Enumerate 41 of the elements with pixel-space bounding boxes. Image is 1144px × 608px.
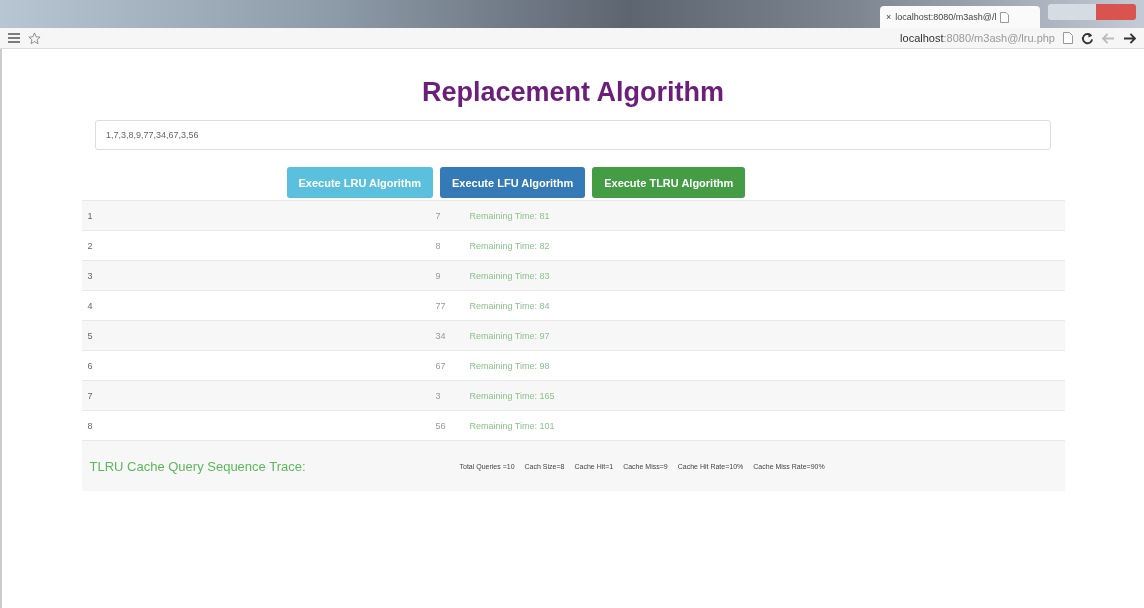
table-cell-text: 34 — [435, 330, 447, 341]
table-cell-text: 8 — [435, 240, 442, 251]
reload-icon[interactable] — [1081, 31, 1094, 45]
window-controls[interactable] — [1048, 4, 1136, 20]
table-cell: Remaining Time: 98 — [469, 360, 550, 371]
table-cell-text: 56 — [435, 420, 447, 431]
browser-tab[interactable]: × localhost:8080/m3ash@/l — [880, 6, 1040, 28]
table-cell: Remaining Time: 84 — [469, 300, 550, 311]
table-cell-text: 4 — [86, 300, 94, 311]
table-cell-text: 6 — [86, 360, 94, 371]
table-cell: Remaining Time: 82 — [469, 240, 550, 251]
execute-button[interactable]: Execute LFU Algorithm — [439, 167, 586, 198]
trace-label: TLRU Cache Query Sequence Trace: — [89, 458, 307, 474]
table-cell-text: 8 — [86, 420, 94, 431]
address-text[interactable]: localhost:8080/m3ash@/lru.php — [900, 32, 1055, 44]
table-cell-text: 7 — [86, 390, 94, 401]
menu-icon[interactable] — [8, 33, 20, 43]
table-cell-text: 1 — [86, 210, 94, 221]
sequence-input-field[interactable]: 1,7,3,8,9,77,34,67,3,56 — [95, 120, 1051, 150]
table-cell-text: 2 — [86, 240, 94, 251]
page-icon — [1000, 11, 1010, 23]
star-icon[interactable] — [28, 31, 41, 45]
table-cell: Remaining Time: 165 — [469, 390, 555, 401]
table-cell-text: 7 — [435, 210, 442, 221]
back-icon[interactable] — [1102, 32, 1115, 44]
tab-title: localhost:8080/m3ash@/l — [895, 12, 997, 22]
tab-close-button[interactable]: × — [886, 12, 892, 22]
table-cell-text: 5 — [86, 330, 94, 341]
table-cell-text: 67 — [435, 360, 447, 371]
table-cell: Remaining Time: 101 — [469, 420, 555, 431]
table-cell: Remaining Time: 97 — [469, 330, 550, 341]
table-cell-text: 3 — [435, 390, 442, 401]
execute-button[interactable]: Execute TLRU Algorithm — [592, 167, 746, 198]
table-cell: Remaining Time: 83 — [469, 270, 550, 281]
table-cell-text: 3 — [86, 270, 94, 281]
table-cell: Remaining Time: 81 — [469, 210, 550, 221]
forward-icon[interactable] — [1123, 32, 1136, 44]
table-cell-text: 9 — [435, 270, 442, 281]
table-cell-text: 77 — [435, 300, 447, 311]
page-icon[interactable] — [1063, 32, 1073, 44]
page-title: Replacement Algorithm — [421, 77, 725, 108]
